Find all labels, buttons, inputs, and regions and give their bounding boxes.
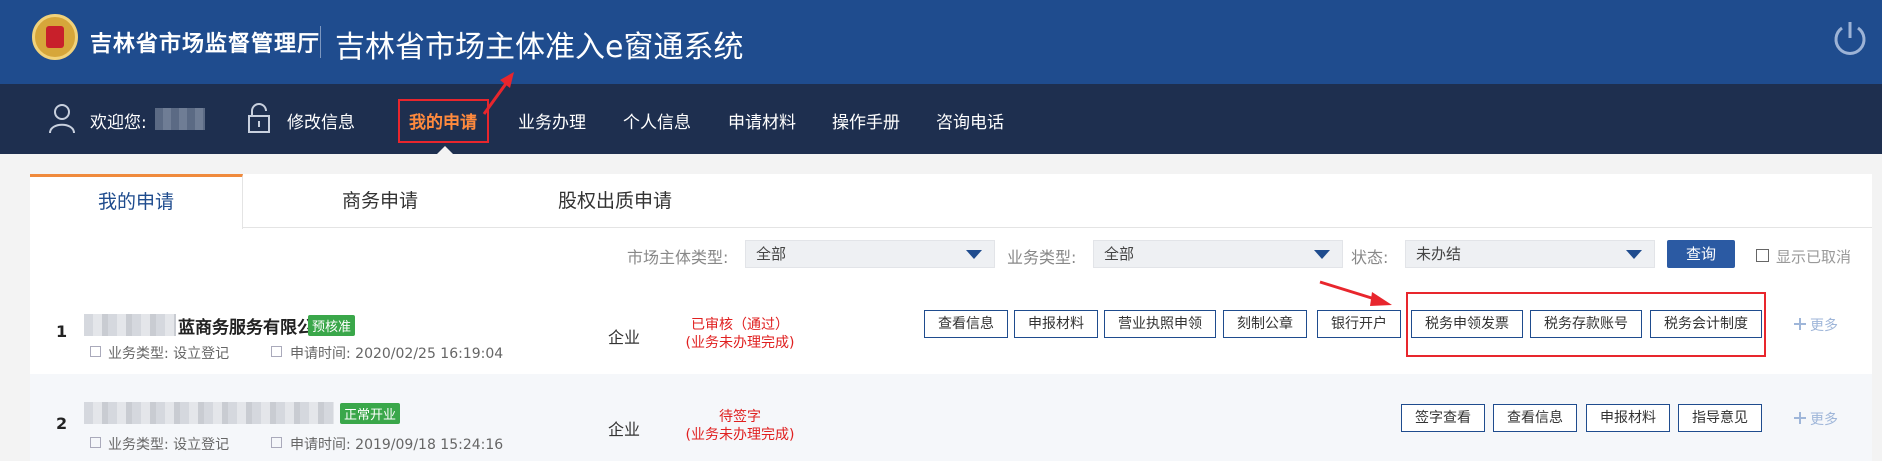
calendar-icon [271, 346, 282, 357]
user-icon [49, 104, 75, 134]
system-title: 吉林省市场主体准入e窗通系统 [335, 30, 744, 65]
username-blurred [155, 108, 205, 130]
show-cancelled-checkbox[interactable] [1756, 249, 1769, 262]
lock-icon [248, 103, 270, 133]
query-button[interactable]: 查询 [1667, 240, 1735, 268]
nav-personal-info[interactable]: 个人信息 [623, 108, 691, 133]
tab-bar: 我的申请 商务申请 股权出质申请 [30, 174, 1872, 229]
bank-account-button[interactable]: 银行开户 [1317, 310, 1401, 338]
row-number: 1 [56, 322, 68, 341]
guidance-button[interactable]: 指导意见 [1678, 404, 1762, 432]
tab-my-applications[interactable]: 我的申请 [30, 174, 243, 229]
more-button[interactable]: 更多 [1810, 409, 1838, 429]
nav-business[interactable]: 业务办理 [518, 108, 586, 133]
annotation-box-tax-actions [1406, 292, 1766, 357]
status-badge: 正常开业 [340, 403, 401, 424]
nav-materials[interactable]: 申请材料 [728, 108, 796, 133]
power-icon[interactable] [1830, 18, 1870, 58]
declare-materials-button[interactable]: 申报材料 [1586, 404, 1670, 432]
plus-icon [1794, 412, 1806, 424]
nav-hotline[interactable]: 咨询电话 [936, 108, 1004, 133]
org-type: 企业 [608, 328, 641, 347]
grid-icon [90, 346, 101, 357]
chevron-down-icon [966, 250, 982, 259]
grid-icon [90, 437, 101, 448]
top-nav: 欢迎您: 修改信息 我的申请 业务办理 个人信息 申请材料 操作手册 咨询电话 [0, 84, 1882, 154]
nav-manual[interactable]: 操作手册 [832, 108, 900, 133]
company-name-blurred [84, 402, 334, 424]
chevron-down-icon [1314, 250, 1330, 259]
business-type: 业务类型: 设立登记 [108, 437, 230, 453]
declare-materials-button[interactable]: 申报材料 [1014, 310, 1098, 338]
table-row: 2 正常开业 业务类型: 设立登记 申请时间: 2019/09/18 15:24… [30, 374, 1872, 461]
national-emblem-logo [32, 14, 78, 60]
welcome-label: 欢迎您: [90, 113, 147, 133]
company-name-blurred [84, 314, 176, 336]
annotation-arrow-tax [1319, 280, 1392, 306]
business-type: 业务类型: 设立登记 [108, 346, 230, 362]
sign-view-button[interactable]: 签字查看 [1401, 404, 1485, 432]
status-select[interactable]: 未办结 [1405, 240, 1655, 268]
application-status: 待签字 (业务未办理完成) [685, 409, 795, 443]
view-info-button[interactable]: 查看信息 [1493, 404, 1577, 432]
plus-icon [1794, 318, 1806, 330]
nav-my-applications[interactable]: 我的申请 [409, 108, 477, 133]
row-number: 2 [56, 414, 68, 433]
more-button[interactable]: 更多 [1810, 315, 1838, 335]
nav-caret [437, 146, 453, 154]
license-claim-button[interactable]: 营业执照申领 [1104, 310, 1216, 338]
tab-business-applications[interactable]: 商务申请 [300, 174, 460, 228]
calendar-icon [271, 437, 282, 448]
carve-seal-button[interactable]: 刻制公章 [1223, 310, 1307, 338]
view-info-button[interactable]: 查看信息 [924, 310, 1008, 338]
status-badge: 预核准 [308, 315, 356, 336]
header: 吉林省市场监督管理厅 吉林省市场主体准入e窗通系统 [0, 0, 1882, 84]
entity-type-label: 市场主体类型: [627, 248, 729, 267]
business-type-select[interactable]: 全部 [1093, 240, 1343, 268]
nav-edit-info[interactable]: 修改信息 [287, 108, 355, 133]
business-type-label: 业务类型: [1007, 248, 1077, 267]
org-type: 企业 [608, 420, 641, 439]
annotation-arrow-nav [482, 72, 514, 115]
org-name: 吉林省市场监督管理厅 [90, 32, 321, 57]
header-divider [320, 26, 321, 58]
chevron-down-icon [1626, 250, 1642, 259]
tab-equity-pledge[interactable]: 股权出质申请 [520, 174, 710, 228]
apply-time: 申请时间: 2019/09/18 15:24:16 [290, 437, 504, 453]
entity-type-select[interactable]: 全部 [745, 240, 995, 268]
status-label: 状态: [1351, 248, 1389, 267]
application-status: 已审核（通过） (业务未办理完成) [685, 317, 795, 351]
apply-time: 申请时间: 2020/02/25 16:19:04 [290, 346, 504, 362]
show-cancelled-label: 显示已取消 [1776, 248, 1852, 266]
